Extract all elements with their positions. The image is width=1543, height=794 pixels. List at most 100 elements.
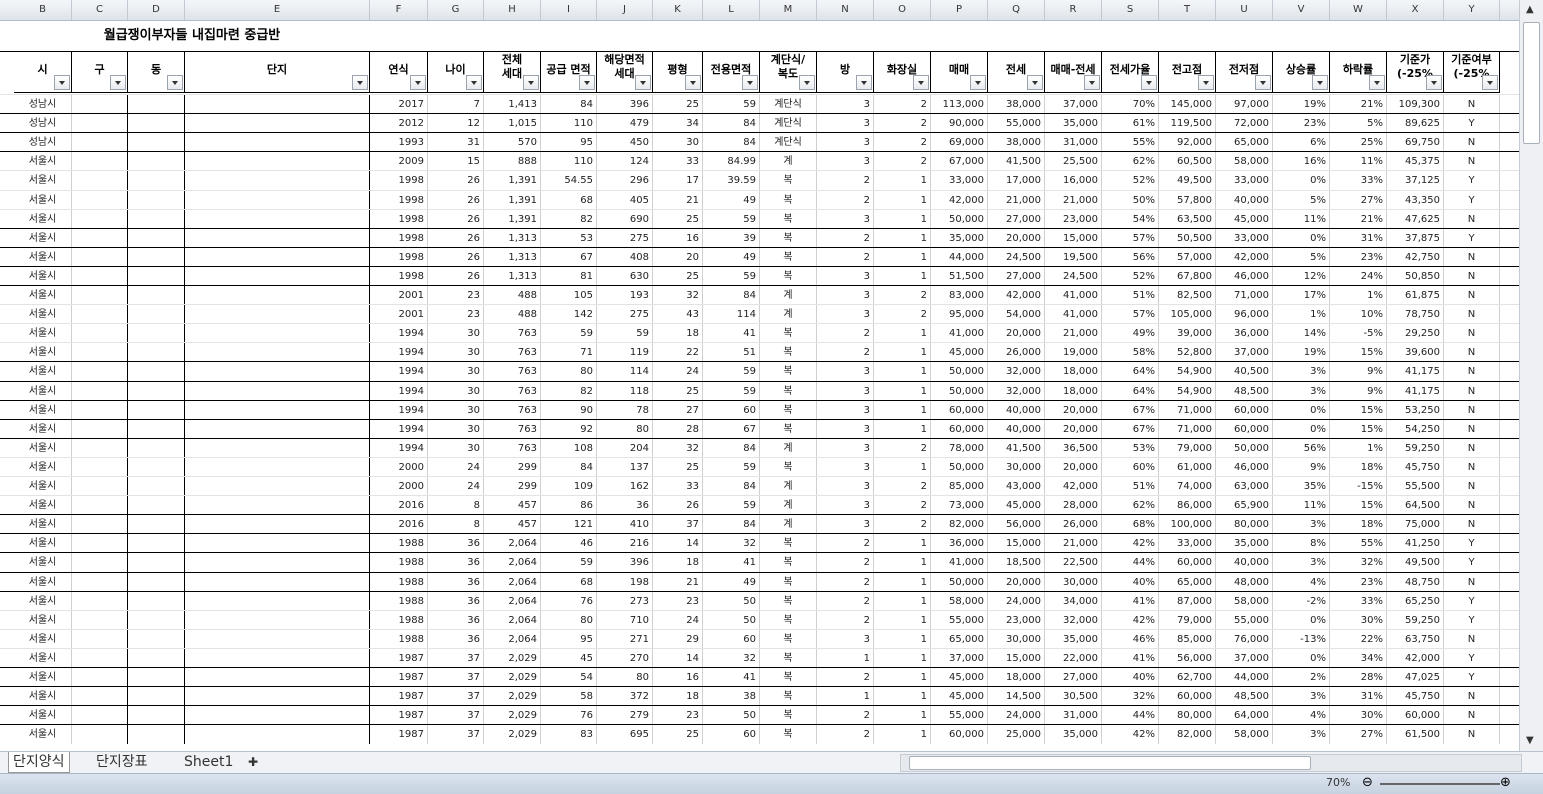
table-cell[interactable]: 28% <box>1330 668 1387 688</box>
table-cell[interactable]: 46,000 <box>1216 457 1273 477</box>
table-cell[interactable]: 38,000 <box>988 95 1045 115</box>
table-cell[interactable]: 30 <box>428 381 484 401</box>
table-cell[interactable]: 서울시 <box>14 629 72 649</box>
filter-dropdown-icon[interactable] <box>1084 75 1100 90</box>
table-cell[interactable]: 89,625 <box>1387 114 1444 134</box>
table-cell[interactable]: 31,000 <box>1045 133 1102 153</box>
table-cell[interactable]: 15% <box>1330 496 1387 516</box>
table-cell[interactable]: 108 <box>541 438 597 458</box>
table-cell[interactable]: 서울시 <box>14 515 72 535</box>
table-cell[interactable]: 49,500 <box>1159 171 1216 191</box>
table-cell[interactable] <box>72 381 128 401</box>
table-cell[interactable]: 299 <box>484 477 541 497</box>
table-cell[interactable]: 41 <box>703 324 760 344</box>
table-cell[interactable] <box>128 591 185 611</box>
table-cell[interactable]: 성남시 <box>14 95 72 115</box>
table-cell[interactable]: 67% <box>1102 400 1159 420</box>
table-cell[interactable] <box>185 171 370 191</box>
table-cell[interactable]: 67,000 <box>931 152 988 172</box>
table-cell[interactable] <box>128 648 185 668</box>
table-cell[interactable]: 58,000 <box>931 591 988 611</box>
table-cell[interactable]: 2 <box>874 477 931 497</box>
filter-dropdown-icon[interactable] <box>167 75 183 90</box>
table-cell[interactable]: Y <box>1444 648 1500 668</box>
table-cell[interactable]: 65,000 <box>1159 572 1216 592</box>
table-cell[interactable]: 2 <box>817 247 874 267</box>
table-cell[interactable]: 42% <box>1102 534 1159 554</box>
table-cell[interactable] <box>128 247 185 267</box>
table-cell[interactable]: 110 <box>541 114 597 134</box>
table-cell[interactable]: 30 <box>428 343 484 363</box>
table-cell[interactable] <box>128 725 185 745</box>
table-cell[interactable]: 54,900 <box>1159 381 1216 401</box>
table-cell[interactable]: 42% <box>1102 610 1159 630</box>
table-cell[interactable]: 63,500 <box>1159 209 1216 229</box>
table-cell[interactable] <box>185 496 370 516</box>
table-cell[interactable] <box>185 591 370 611</box>
table-cell[interactable]: 12% <box>1273 266 1330 286</box>
table-cell[interactable]: Y <box>1444 171 1500 191</box>
table-cell[interactable] <box>185 362 370 382</box>
table-cell[interactable]: 복 <box>760 553 817 573</box>
table-cell[interactable]: 60,000 <box>931 400 988 420</box>
filter-dropdown-icon[interactable] <box>1141 75 1157 90</box>
table-cell[interactable]: 서울시 <box>14 286 72 306</box>
table-cell[interactable]: 23 <box>428 286 484 306</box>
table-cell[interactable]: 53% <box>1102 438 1159 458</box>
table-cell[interactable]: 21 <box>653 190 703 210</box>
filter-dropdown-icon[interactable] <box>466 75 482 90</box>
table-cell[interactable]: 1 <box>874 324 931 344</box>
table-cell[interactable]: N <box>1444 133 1500 153</box>
table-cell[interactable]: 55,500 <box>1387 477 1444 497</box>
column-header-h[interactable]: H <box>484 0 541 20</box>
table-cell[interactable]: 193 <box>597 286 653 306</box>
table-cell[interactable]: 1 <box>874 610 931 630</box>
table-cell[interactable]: 2 <box>817 324 874 344</box>
table-cell[interactable]: 3 <box>817 496 874 516</box>
table-cell[interactable]: 405 <box>597 190 653 210</box>
table-cell[interactable]: 1 <box>874 400 931 420</box>
table-cell[interactable]: 1 <box>874 725 931 745</box>
table-cell[interactable]: 38,000 <box>988 133 1045 153</box>
table-cell[interactable] <box>185 553 370 573</box>
table-cell[interactable]: 3 <box>817 629 874 649</box>
table-cell[interactable]: 27,000 <box>988 266 1045 286</box>
table-cell[interactable]: 15 <box>428 152 484 172</box>
table-cell[interactable]: 2016 <box>370 515 428 535</box>
table-cell[interactable]: 44% <box>1102 553 1159 573</box>
table-cell[interactable]: 2 <box>817 534 874 554</box>
table-cell[interactable]: 145,000 <box>1159 95 1216 115</box>
table-cell[interactable]: 25% <box>1330 133 1387 153</box>
table-cell[interactable]: 1988 <box>370 534 428 554</box>
table-cell[interactable]: 2 <box>817 591 874 611</box>
table-cell[interactable] <box>185 534 370 554</box>
table-cell[interactable]: 479 <box>597 114 653 134</box>
table-cell[interactable]: 2,029 <box>484 648 541 668</box>
table-cell[interactable]: 84 <box>703 477 760 497</box>
table-cell[interactable]: 1 <box>874 553 931 573</box>
table-cell[interactable]: 20,000 <box>1045 400 1102 420</box>
table-cell[interactable]: 408 <box>597 247 653 267</box>
table-cell[interactable]: 1994 <box>370 362 428 382</box>
table-cell[interactable]: 39 <box>703 228 760 248</box>
table-cell[interactable]: 82,000 <box>1159 725 1216 745</box>
table-cell[interactable]: 23 <box>428 305 484 325</box>
table-cell[interactable]: 26 <box>428 209 484 229</box>
table-cell[interactable]: 1987 <box>370 706 428 726</box>
table-cell[interactable]: 4% <box>1273 706 1330 726</box>
table-cell[interactable]: 3% <box>1273 381 1330 401</box>
table-cell[interactable]: 95 <box>541 133 597 153</box>
table-cell[interactable]: 18 <box>653 324 703 344</box>
table-cell[interactable]: 54.55 <box>541 171 597 191</box>
table-cell[interactable]: 15% <box>1330 419 1387 439</box>
table-cell[interactable] <box>72 648 128 668</box>
table-cell[interactable]: 23,000 <box>1045 209 1102 229</box>
table-cell[interactable]: 24 <box>653 610 703 630</box>
table-cell[interactable]: 82 <box>541 209 597 229</box>
table-cell[interactable]: 630 <box>597 266 653 286</box>
table-cell[interactable]: 41,000 <box>1045 286 1102 306</box>
column-header-t[interactable]: T <box>1159 0 1216 20</box>
column-header-x[interactable]: X <box>1387 0 1444 20</box>
table-cell[interactable]: 83 <box>541 725 597 745</box>
table-cell[interactable]: 372 <box>597 687 653 707</box>
